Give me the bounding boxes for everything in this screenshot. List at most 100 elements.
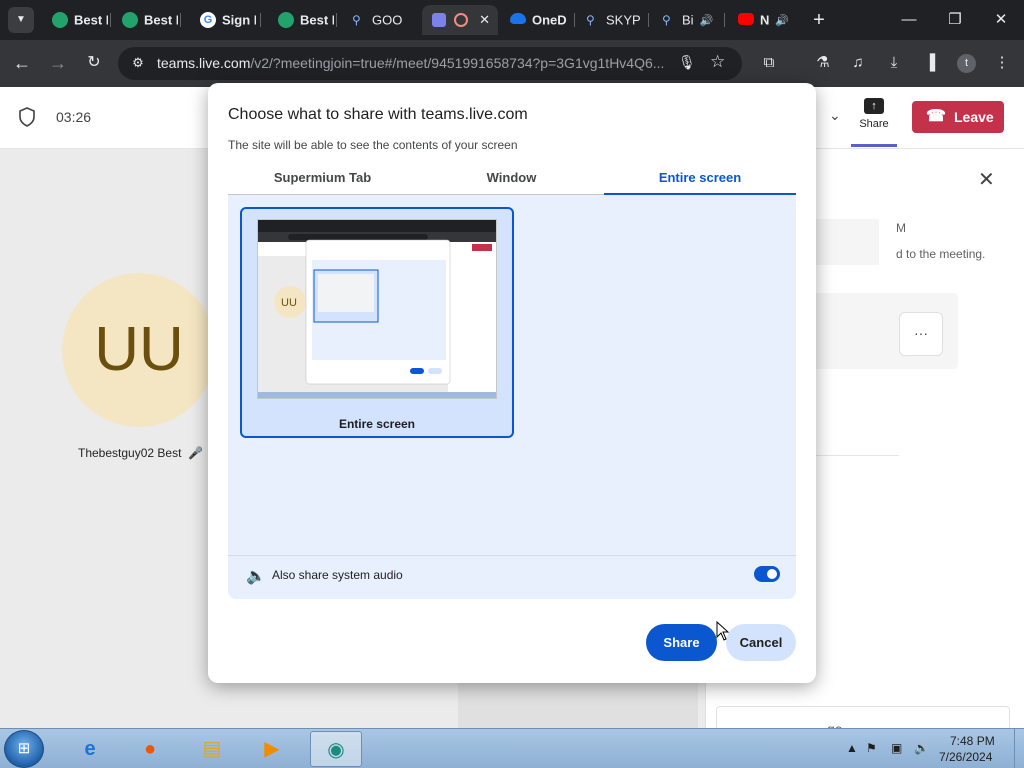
onedrive-icon [510, 13, 526, 25]
leave-label: Leave [954, 109, 994, 125]
minimize-icon[interactable]: — [886, 0, 932, 40]
browser-toolbar: ← → ↻ ⚙ teams.live.com/v2/?meetingjoin=t… [0, 40, 1024, 87]
browser-tab[interactable]: ⚲ Bi 🔊 [656, 5, 720, 35]
close-icon[interactable]: ✕ [978, 167, 995, 192]
share-options-pane: UU Entire screen [228, 195, 796, 599]
forward-arrow-icon[interactable]: → [45, 50, 71, 76]
firefox-icon[interactable]: ● [124, 731, 176, 767]
browser-tab[interactable]: Best I [268, 5, 334, 35]
chat-message-text: d to the meeting. [896, 247, 986, 261]
share-content-button[interactable]: ↑ Share [851, 97, 897, 147]
tab-close-icon[interactable]: ✕ [479, 5, 490, 35]
chevron-down-icon[interactable]: ⌄ [829, 107, 841, 124]
show-hidden-icons-icon[interactable]: ▲ [846, 741, 858, 755]
stage-strip [458, 679, 698, 728]
mic-muted-icon: 🎤 [188, 446, 203, 460]
tab-entire-screen[interactable]: Entire screen [604, 168, 796, 195]
tab-separator [260, 13, 261, 27]
voice-search-icon[interactable]: 🎙 [678, 54, 696, 71]
screen-option-label: Entire screen [338, 417, 416, 431]
search-icon: ⚲ [586, 12, 595, 27]
clock-time[interactable]: 7:48 PM [950, 734, 995, 748]
share-audio-toggle[interactable] [754, 566, 780, 582]
recording-icon [454, 12, 468, 27]
active-indicator [851, 144, 897, 147]
internet-explorer-icon[interactable]: e [64, 731, 116, 767]
thumb-initials: UU [281, 297, 297, 309]
tab-separator [724, 13, 725, 27]
more-options-button[interactable]: ··· [899, 312, 943, 356]
browser-tab[interactable]: ⚲ GOO [346, 5, 416, 35]
browser-tab[interactable]: N 🔊 [728, 5, 798, 35]
tab-separator [336, 13, 337, 27]
browser-tab-active[interactable]: ✕ [422, 5, 498, 35]
site-favicon-icon [278, 11, 294, 28]
dialog-subtitle: The site will be able to see the content… [228, 138, 518, 152]
browser-menu-icon[interactable]: ⋮ [989, 50, 1015, 76]
reload-icon[interactable]: ↻ [81, 50, 107, 76]
extensions-icon[interactable]: ⧉ [756, 50, 782, 76]
show-desktop-button[interactable] [1014, 729, 1024, 768]
google-icon: G [200, 11, 216, 28]
tab-search-button[interactable]: ▼ [8, 7, 34, 33]
clock-date[interactable]: 7/26/2024 [939, 750, 992, 764]
chat-message-sender: M [896, 221, 906, 235]
leave-button[interactable]: ☎ Leave [912, 101, 1004, 133]
teams-app-icon[interactable]: ◉ [310, 731, 362, 767]
toggle-knob [767, 569, 777, 579]
speaker-icon[interactable]: 🔊 [775, 15, 789, 27]
file-explorer-icon[interactable]: ▤ [186, 731, 238, 767]
mouse-cursor-icon [716, 621, 730, 641]
browser-tab[interactable]: OneD [500, 5, 572, 35]
cancel-button[interactable]: Cancel [726, 624, 796, 661]
tab-browser-tab[interactable]: Supermium Tab [228, 168, 417, 195]
dialog-title: Choose what to share with teams.live.com [228, 106, 528, 123]
search-icon: ⚲ [662, 12, 671, 27]
action-center-flag-icon[interactable]: ⚑ [866, 741, 877, 755]
address-bar[interactable]: ⚙ teams.live.com/v2/?meetingjoin=true#/m… [118, 47, 742, 80]
tab-separator [110, 13, 111, 27]
share-button[interactable]: Share [646, 624, 717, 661]
browser-tab-strip: ▼ Best I Best I G Sign I Best I ⚲ GOO ✕ On… [0, 0, 1024, 40]
share-source-tabs: Supermium Tab Window Entire screen [228, 168, 796, 195]
restore-icon[interactable]: ❐ [932, 0, 978, 40]
hang-up-icon: ☎ [926, 108, 946, 125]
entire-screen-option[interactable]: UU Entire screen [240, 207, 514, 438]
tab-separator [574, 13, 575, 27]
share-audio-label: Also share system audio [272, 568, 403, 582]
participant-avatar: UU [62, 273, 216, 427]
tab-window[interactable]: Window [417, 168, 606, 195]
media-player-icon[interactable]: ▶ [246, 731, 298, 767]
divider [228, 555, 796, 556]
screen-preview-image [258, 220, 496, 398]
labs-flask-icon[interactable]: ⚗ [810, 50, 836, 76]
youtube-icon [738, 12, 754, 25]
site-favicon-icon [52, 11, 68, 28]
new-tab-button[interactable]: + [808, 5, 830, 35]
share-label: Share [859, 118, 889, 130]
profile-avatar[interactable]: t [957, 54, 976, 73]
download-icon[interactable]: ⤓ [881, 50, 907, 76]
volume-icon[interactable]: 🔊 [914, 741, 929, 755]
speaker-icon[interactable]: 🔊 [700, 15, 714, 27]
browser-tab[interactable]: ⚲ SKYP [580, 5, 646, 35]
shield-icon [19, 107, 35, 127]
close-window-icon[interactable]: ✕ [978, 0, 1024, 40]
url-text[interactable]: teams.live.com/v2/?meetingjoin=true#/mee… [157, 47, 677, 80]
browser-tab[interactable]: Best I [42, 5, 108, 35]
browser-tab[interactable]: G Sign I [192, 5, 256, 35]
side-panel-icon[interactable]: ▐ [917, 50, 943, 76]
meeting-timer: 03:26 [56, 109, 92, 125]
speaker-icon: 🔈 [246, 568, 266, 585]
bookmark-star-icon[interactable]: ☆ [710, 52, 725, 72]
teams-icon [432, 12, 446, 27]
media-controls-icon[interactable]: ♫ [845, 50, 871, 76]
browser-tab[interactable]: Best I [112, 5, 178, 35]
network-icon[interactable]: ▣ [891, 741, 902, 755]
search-icon: ⚲ [352, 12, 361, 27]
back-arrow-icon[interactable]: ← [9, 50, 35, 76]
start-button[interactable]: ⊞ [4, 730, 44, 768]
site-settings-icon[interactable]: ⚙ [130, 55, 146, 71]
tab-separator [180, 13, 181, 27]
screen-preview-thumbnail: UU [257, 219, 497, 399]
